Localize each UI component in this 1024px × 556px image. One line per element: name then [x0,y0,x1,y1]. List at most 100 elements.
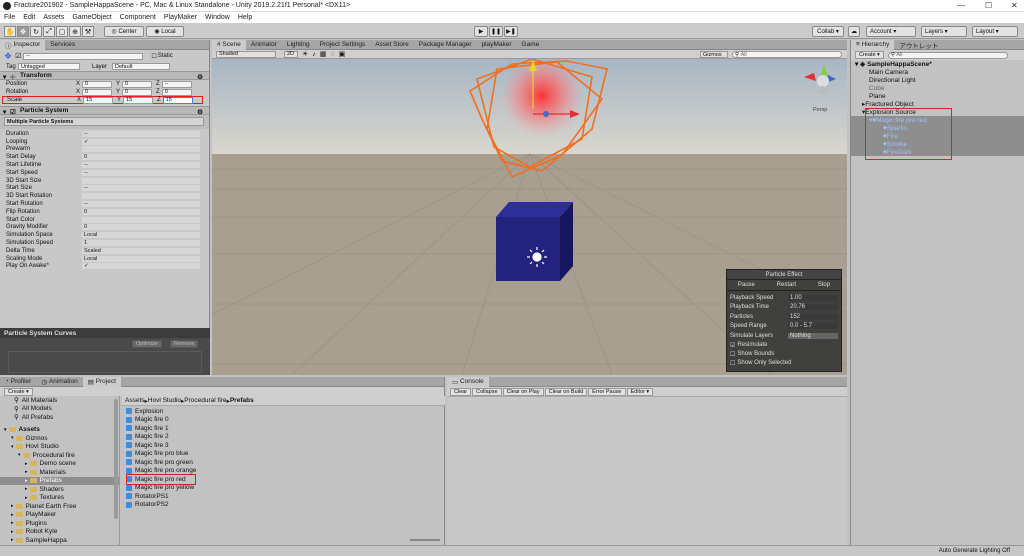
console-editor-dropdown[interactable]: Editor ▾ [626,387,654,396]
transform-tool-icon[interactable]: ⊕ [69,26,81,37]
tab-services[interactable]: Services [45,40,80,50]
folder-tree-item[interactable]: ▸ Robot Kyle [0,528,119,537]
pause-effect-button[interactable]: Pause [738,282,755,288]
param-value[interactable]: Scaled [82,247,200,254]
2d-toggle[interactable]: 2D [284,50,298,58]
effects-toggle-icon[interactable]: ▦ [320,50,327,58]
param-value[interactable] [82,193,200,200]
particle-system-checkbox[interactable]: ☑ [10,108,16,116]
param-value[interactable]: 0 [82,224,200,231]
tab-asset-store[interactable]: Asset Store [370,40,414,50]
tree-scrollbar[interactable] [114,399,118,519]
layer-dropdown[interactable]: Default [112,63,170,70]
maximize-icon[interactable]: ☐ [985,1,992,10]
param-value[interactable]: Local [82,255,200,262]
favorite-item[interactable]: ⚲ All Materials [0,396,119,405]
console-clear-on-play-button[interactable]: Clear on Play [502,387,544,396]
folder-tree-item[interactable]: ▾ Assets [0,426,119,435]
hierarchy-item[interactable]: Directional Light [851,76,1024,84]
audio-toggle-icon[interactable]: ♪ [312,51,316,58]
folder-tree-item[interactable]: ▸ Demo scene [0,460,119,469]
hierarchy-item[interactable]: ▸ Fractured Object [851,100,1024,109]
asset-item[interactable]: Magic fire 2 [126,433,326,442]
param-value[interactable]: 0 [82,154,200,161]
pivot-center-button[interactable]: ◎ Center [104,26,144,37]
breadcrumb-item[interactable]: Assets [125,397,145,404]
folder-tree-item[interactable]: ▸ SampleHappa [0,536,119,545]
particle-system-header[interactable]: ▾ ☑ Particle System ⚙ [0,106,209,116]
tab-inspector[interactable]: ⓘ Inspector [0,39,46,50]
lighting-toggle-icon[interactable]: ☀ [302,50,308,58]
foldout-arrow-icon[interactable]: ▸ [25,469,28,475]
transform-header[interactable]: ▾ ⊹ Transform ⚙ [0,71,209,81]
scale-z-field[interactable]: 15 [162,96,193,104]
tab-lighting[interactable]: Lighting [282,40,315,50]
param-value[interactable]: -- [82,130,200,137]
rotation-x-field[interactable]: 0 [82,88,113,96]
foldout-arrow-icon[interactable]: ▸ [11,512,14,518]
foldout-arrow-icon[interactable]: ▸ [11,537,14,543]
tab-scene[interactable]: # Scene [212,39,246,50]
menu-file[interactable]: File [4,14,15,21]
param-value[interactable]: -- [82,169,200,176]
restart-effect-button[interactable]: Restart [777,282,796,288]
param-value[interactable]: -- [82,162,200,169]
resimulate-checkbox[interactable]: ☑ [730,342,735,349]
space-local-button[interactable]: ◉ Local [146,26,184,37]
position-y-field[interactable]: 0 [122,80,153,88]
rect-tool-icon[interactable]: ▢ [56,26,68,37]
camera-settings-icon[interactable]: ▣ [339,50,346,58]
account-dropdown[interactable]: Account ▾ [866,26,916,37]
foldout-arrow-icon[interactable]: ▸ [11,529,14,535]
pause-button[interactable]: ❚❚ [489,26,503,37]
favorite-item[interactable]: ⚲ All Prefabs [0,413,119,422]
tab-package-manager[interactable]: Package Manager [414,40,477,50]
asset-item[interactable]: Magic fire 1 [126,424,326,433]
show-only-selected-row[interactable]: ☐ Show Only Selected [730,359,841,368]
breadcrumb-item[interactable]: Procedural fire [184,397,226,404]
folder-tree-item[interactable]: ▾ Hovl Studio [0,443,119,452]
folder-tree-item[interactable]: ▾ Procedural fire [0,451,119,460]
optimize-button[interactable]: Optimize [132,340,162,348]
stop-effect-button[interactable]: Stop [818,282,830,288]
scale-x-field[interactable]: 15 [83,96,114,104]
tag-dropdown[interactable]: Untagged [18,63,80,70]
layout-dropdown[interactable]: Layout ▾ [972,26,1018,37]
console-clear-button[interactable]: Clear [450,387,472,396]
tab-outlet[interactable]: アウトレット [894,40,943,50]
scene-root[interactable]: ▾ ◈ SampleHappaScene* [851,60,1024,69]
param-value[interactable]: 1 [82,240,200,247]
param-value[interactable]: -- [82,201,200,208]
layers-dropdown[interactable]: Layers ▾ [921,26,967,37]
menu-window[interactable]: Window [205,14,230,21]
param-value[interactable]: ✓ [82,138,200,145]
foldout-arrow-icon[interactable]: ▾ [11,435,14,441]
folder-tree-item[interactable]: ▸ PlayMaker [0,511,119,520]
show-bounds-row[interactable]: ☐ Show Bounds [730,350,841,359]
foldout-arrow-icon[interactable]: ▸ [25,486,28,492]
gizmos-dropdown[interactable]: Gizmos [700,51,728,58]
tab-game[interactable]: Game [517,40,545,50]
scene-search-input[interactable]: ⚲ All [732,51,842,58]
effect-stat-value[interactable]: 1.00 [788,294,838,301]
hierarchy-item[interactable]: Cube [851,84,1024,92]
asset-item[interactable]: Magic fire pro green [126,458,326,467]
shading-dropdown[interactable]: Shaded [216,50,276,58]
project-create-button[interactable]: Create ▾ [4,387,33,396]
folder-tree-item[interactable]: ▸ Materials [0,468,119,477]
tab-animator[interactable]: Animator [246,40,282,50]
effect-stat-value[interactable]: Nothing [788,332,838,339]
position-z-field[interactable]: -- [161,80,192,88]
param-value[interactable] [82,216,200,223]
foldout-arrow-icon[interactable]: ▾ [4,427,7,433]
menu-assets[interactable]: Assets [43,14,64,21]
folder-tree-item[interactable]: ▾ Gizmos [0,434,119,443]
tab-console[interactable]: ▭ Console [447,376,489,387]
asset-item[interactable]: Magic fire pro blue [126,450,326,459]
tab-animation[interactable]: ◷ Animation [36,377,82,387]
foldout-arrow-icon[interactable]: ▸ [25,495,28,501]
settings-icon[interactable]: ⚙ [197,108,203,116]
favorite-item[interactable]: ⚲ All Models [0,405,119,414]
multiple-particle-systems-label[interactable]: Multiple Particle Systems [4,117,204,126]
settings-icon[interactable]: ⚙ [197,73,203,81]
